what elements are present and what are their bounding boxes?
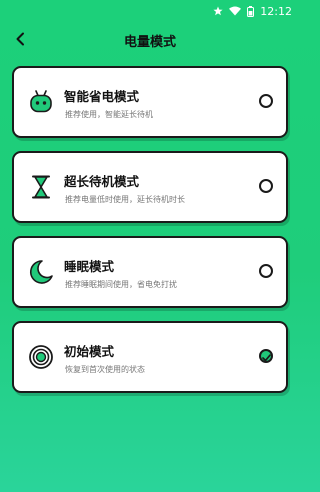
target-icon [26, 342, 56, 372]
mode-description: 推荐睡眠期间使用，省电免打扰 [65, 280, 177, 289]
star-icon [213, 6, 223, 16]
mode-radio[interactable] [259, 264, 273, 278]
mode-description: 恢复到首次使用的状态 [65, 365, 145, 374]
robot-icon [26, 87, 56, 117]
status-time: 12:12 [260, 4, 292, 18]
hourglass-icon [26, 172, 56, 202]
mode-card-long-standby[interactable]: 超长待机模式 推荐电量低时使用，延长待机时长 [12, 151, 288, 223]
mode-radio[interactable] [259, 179, 273, 193]
wifi-icon [229, 6, 242, 16]
mode-card-initial[interactable]: 初始模式 恢复到首次使用的状态 [12, 321, 288, 393]
mode-name: 睡眠模式 [64, 259, 115, 274]
mode-name: 初始模式 [64, 344, 115, 359]
check-icon [261, 347, 271, 366]
mode-radio[interactable] [259, 94, 273, 108]
chevron-left-icon [15, 31, 25, 50]
mode-card-smart-saving[interactable]: 智能省电模式 推荐使用，智能延长待机 [12, 66, 288, 138]
status-bar: 12:12 [0, 0, 300, 22]
mode-description: 推荐电量低时使用，延长待机时长 [65, 195, 185, 204]
mode-name: 智能省电模式 [64, 89, 140, 104]
page-title: 电量模式 [123, 34, 176, 50]
back-button[interactable] [10, 30, 30, 50]
mode-description: 推荐使用，智能延长待机 [65, 110, 153, 119]
header-bar: 电量模式 [0, 22, 300, 58]
moon-icon [26, 257, 56, 287]
mode-radio-checked[interactable] [259, 349, 273, 363]
battery-icon [247, 5, 255, 17]
mode-name: 超长待机模式 [64, 174, 140, 189]
mode-card-sleep[interactable]: 睡眠模式 推荐睡眠期间使用，省电免打扰 [12, 236, 288, 308]
